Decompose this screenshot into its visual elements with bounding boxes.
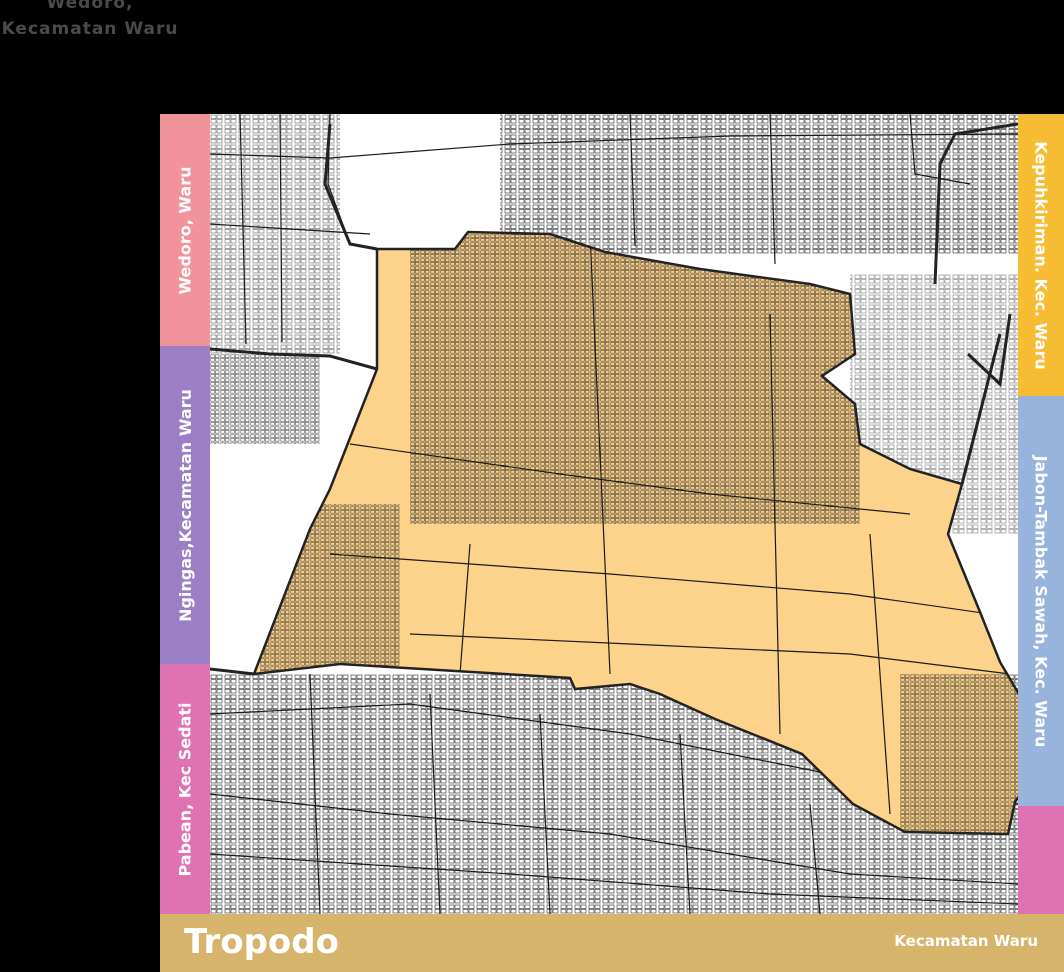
- top-ghost-label: Wedoro, Kecamatan Waru: [0, 0, 180, 42]
- neighbor-right-bottom-panel: [1018, 806, 1064, 914]
- footer-title: Tropodo: [184, 922, 339, 962]
- map-canvas: [210, 114, 1018, 914]
- neighbor-kepuhkiriman-label: Kepuhkiriman. Kec. Waru: [1031, 140, 1051, 370]
- footer-band: Tropodo Kecamatan Waru: [160, 914, 1064, 972]
- neighbor-ngingas-label: Ngingas,Kecamatan Waru: [175, 388, 195, 622]
- map-frame: Wedoro, Waru Ngingas,Kecamatan Waru Pabe…: [160, 114, 1064, 972]
- neighbor-wedoro-panel: Wedoro, Waru: [160, 114, 210, 346]
- neighbor-pabean-panel: Pabean, Kec Sedati: [160, 664, 210, 914]
- neighbor-jabon-label: Jabon-Tambak Sawah, Kec. Waru: [1031, 455, 1051, 747]
- neighbor-wedoro-label: Wedoro, Waru: [175, 165, 195, 295]
- neighbor-pabean-label: Pabean, Kec Sedati: [175, 701, 195, 877]
- top-ghost-line-2: Kecamatan Waru: [1, 19, 179, 39]
- neighbor-ngingas-panel: Ngingas,Kecamatan Waru: [160, 346, 210, 664]
- footer-subtitle: Kecamatan Waru: [894, 932, 1038, 950]
- top-ghost-line-1: Wedoro,: [46, 0, 134, 13]
- neighbor-kepuhkiriman-panel: Kepuhkiriman. Kec. Waru: [1018, 114, 1064, 396]
- neighbor-jabon-panel: Jabon-Tambak Sawah, Kec. Waru: [1018, 396, 1064, 806]
